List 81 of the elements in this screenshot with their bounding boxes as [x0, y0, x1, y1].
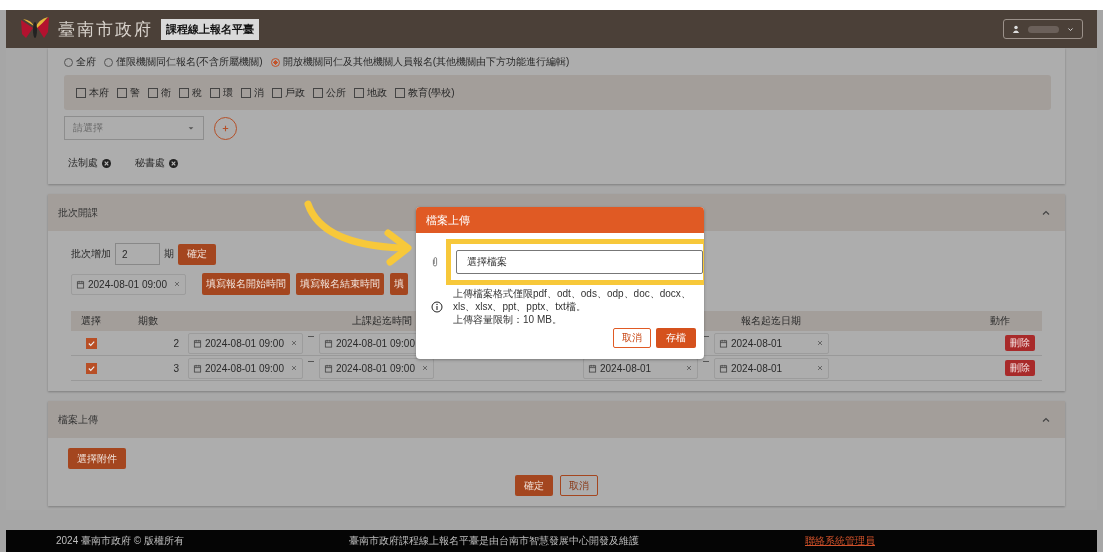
unit-label: 期: [164, 247, 174, 261]
radio-option[interactable]: 全府: [64, 55, 96, 69]
date-field[interactable]: 2024-08-01 09:00: [188, 357, 303, 379]
fill-button[interactable]: 填寫報名開始時間: [202, 273, 290, 295]
calendar-icon: [719, 363, 728, 373]
unit-checkbox[interactable]: 環: [210, 85, 233, 100]
unit-checkbox[interactable]: 本府: [76, 85, 109, 100]
date-field[interactable]: 2024-08-01 09:00: [71, 273, 186, 295]
cancel-button[interactable]: 取消: [560, 475, 598, 496]
column-header: 選擇: [81, 314, 101, 328]
unit-checkbox[interactable]: 衛: [148, 85, 171, 100]
batch-count-field[interactable]: 2: [115, 243, 160, 265]
row-checkbox[interactable]: [85, 362, 97, 374]
table-cell-text: 3: [172, 362, 180, 374]
unit-checkbox[interactable]: 公所: [313, 85, 346, 100]
credit-text: 臺南市政府課程線上報名平臺是由台南市智慧發展中心開發及維護: [349, 534, 640, 548]
remove-icon[interactable]: [169, 158, 178, 168]
section-title: 批次開課: [58, 205, 98, 220]
user-icon: [1012, 25, 1020, 33]
date-field[interactable]: 2024-08-01: [714, 332, 829, 354]
calendar-icon: [324, 363, 333, 373]
unit-checkbox[interactable]: 教育(學校): [395, 85, 455, 100]
clear-icon[interactable]: [173, 280, 181, 288]
clear-icon[interactable]: [685, 364, 693, 372]
info-icon: [431, 300, 443, 313]
section-title: 檔案上傳: [58, 412, 98, 427]
section-header[interactable]: 檔案上傳: [48, 401, 1065, 438]
unit-checkbox[interactable]: 稅: [179, 85, 202, 100]
dialog-title: 檔案上傳: [426, 212, 470, 228]
fill-button[interactable]: 填: [390, 273, 408, 295]
unit-checkbox[interactable]: 消: [241, 85, 264, 100]
row-checkbox[interactable]: [85, 337, 97, 349]
confirm-button[interactable]: 確定: [515, 475, 553, 496]
dropdown-caret-icon: [187, 124, 195, 132]
user-menu-button[interactable]: [1003, 19, 1083, 39]
column-header: 上課起迄時間: [351, 314, 412, 328]
plus-icon: [221, 123, 230, 133]
save-button[interactable]: 存檔: [656, 328, 696, 348]
org-name: 臺南市政府: [58, 18, 153, 41]
contact-link[interactable]: 聯絡系統管理員: [805, 534, 875, 548]
file-field[interactable]: 選擇檔案: [456, 250, 703, 274]
clear-icon[interactable]: [421, 364, 429, 372]
unit-tag: 秘書處: [135, 156, 165, 170]
note-line: xls、xlsx、ppt、pptx、txt檔。: [453, 300, 587, 313]
calendar-icon: [193, 363, 202, 373]
date-field[interactable]: 2024-08-01 09:00: [319, 357, 434, 379]
date-field[interactable]: 2024-08-01: [714, 357, 829, 379]
unit-checkbox[interactable]: 戶政: [272, 85, 305, 100]
column-header: 動作: [990, 314, 1010, 328]
table-cell-text: 2: [172, 337, 180, 349]
clear-icon[interactable]: [290, 339, 298, 347]
clear-icon[interactable]: [816, 364, 824, 372]
paperclip-icon: [431, 256, 439, 268]
copyright-text: 2024 臺南市政府 © 版權所有: [56, 534, 184, 548]
clear-icon[interactable]: [290, 364, 298, 372]
fill-button[interactable]: 填寫報名結束時間: [296, 273, 384, 295]
batch-label: 批次增加: [71, 247, 111, 261]
delete-button[interactable]: 刪除: [1005, 335, 1035, 351]
calendar-icon: [719, 338, 728, 348]
calendar-icon: [193, 338, 202, 348]
note-line: 上傳檔案格式僅限pdf、odt、ods、odp、doc、docx、: [453, 287, 691, 300]
chevron-down-icon: [1067, 25, 1074, 33]
column-header: 報名起迄日期: [739, 314, 801, 328]
confirm-button[interactable]: 確定: [178, 243, 216, 265]
calendar-icon: [588, 363, 597, 373]
app-title: 課程線上報名平臺: [161, 18, 259, 40]
note-line: 上傳容量限制：10 MB。: [453, 313, 563, 326]
date-field[interactable]: 2024-08-01 09:00: [188, 332, 303, 354]
unit-tag: 法制處: [68, 156, 98, 170]
remove-icon[interactable]: [102, 158, 111, 168]
column-header: 期數: [138, 314, 158, 328]
clear-icon[interactable]: [816, 339, 824, 347]
cancel-button[interactable]: 取消: [613, 328, 651, 348]
calendar-icon: [76, 279, 85, 289]
unit-checkbox[interactable]: 地政: [354, 85, 387, 100]
radio-option[interactable]: 開放機關同仁及其他機關人員報名(其他機關由下方功能進行編輯): [270, 55, 570, 69]
delete-button[interactable]: 刪除: [1005, 360, 1035, 376]
radio-option[interactable]: 僅限機關同仁報名(不含所屬機關): [104, 55, 263, 69]
attach-button[interactable]: 選擇附件: [68, 448, 126, 469]
calendar-icon: [324, 338, 333, 348]
unit-checkbox[interactable]: 警: [117, 85, 140, 100]
